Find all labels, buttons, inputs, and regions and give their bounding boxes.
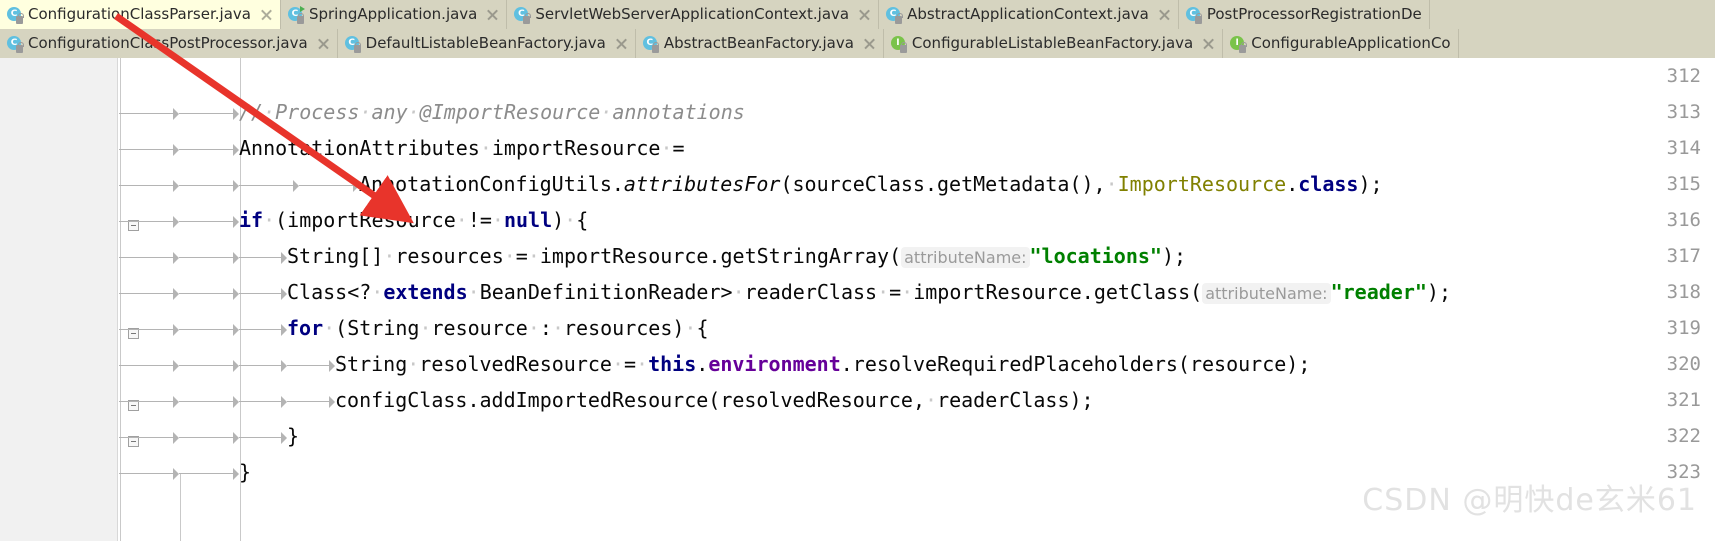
close-icon[interactable] (863, 37, 876, 50)
parameter-name-hint: attributeName: (901, 247, 1030, 268)
tab-indent-marker (287, 359, 335, 372)
tab-indent-marker (179, 287, 239, 300)
editor-tab-label: ConfigurableApplicationCo (1251, 34, 1451, 52)
ide-editor-window: C ConfigurationClassParser.java C Spring… (0, 0, 1715, 541)
code-line-323: } (119, 454, 251, 490)
tab-indent-marker (287, 395, 335, 408)
tab-indent-marker (179, 107, 239, 120)
tab-indent-marker (119, 251, 179, 264)
tab-indent-marker (179, 323, 239, 336)
tab-indent-marker (179, 143, 239, 156)
tab-indent-marker (119, 395, 179, 408)
code-line-317: String[]·resources·=·importResource.getS… (119, 238, 1186, 274)
editor-tab-abstractapplicationcontext[interactable]: C AbstractApplicationContext.java (879, 0, 1179, 29)
editor-tab-label: AbstractApplicationContext.java (907, 5, 1149, 23)
editor-tab-label: ServletWebServerApplicationContext.java (535, 5, 850, 23)
tab-indent-marker (179, 431, 239, 444)
tab-indent-marker (239, 323, 287, 336)
indent-guide (120, 474, 121, 541)
string-literal: "locations" (1029, 244, 1162, 268)
code-line-313: //·Process·any·@ImportResource·annotatio… (119, 94, 745, 130)
code-line-314: AnnotationAttributes·importResource·= (119, 130, 685, 166)
close-icon[interactable] (260, 8, 273, 21)
java-class-icon: C (642, 35, 660, 53)
editor-tab-defaultlistablebeanfactory[interactable]: C DefaultListableBeanFactory.java (337, 29, 636, 58)
editor-tab-configurablelistablebeanfactory[interactable]: I ConfigurableListableBeanFactory.java (883, 29, 1224, 58)
code-comment: //·Process·any·@ImportResource·annotatio… (239, 100, 745, 124)
field-reference: environment (708, 352, 841, 376)
editor-tab-configurationclassparser[interactable]: C ConfigurationClassParser.java (0, 0, 281, 29)
editor-tab-abstractbeanfactory[interactable]: C AbstractBeanFactory.java (635, 29, 884, 58)
java-class-icon: C (1185, 6, 1203, 24)
tab-indent-marker (179, 215, 239, 228)
java-class-icon: C (886, 6, 903, 24)
tab-indent-marker (239, 287, 287, 300)
close-icon[interactable] (615, 37, 628, 50)
java-class-icon: C (514, 6, 531, 24)
editor-tab-configurationclasspostprocessor[interactable]: C ConfigurationClassPostProcessor.java (0, 29, 338, 58)
java-class-icon: C (7, 35, 24, 53)
tab-indent-marker (239, 359, 287, 372)
code-text-area[interactable]: //·Process·any·@ImportResource·annotatio… (119, 58, 1715, 541)
java-class-runnable-icon: C (287, 5, 305, 24)
parameter-name-hint: attributeName: (1202, 283, 1331, 304)
editor-tab-label: DefaultListableBeanFactory.java (365, 34, 606, 52)
close-icon[interactable] (486, 8, 499, 21)
indent-guide (180, 474, 181, 541)
editor-tab-label: PostProcessorRegistrationDe (1206, 5, 1422, 23)
tab-indent-marker (119, 287, 179, 300)
tab-indent-marker (179, 359, 239, 372)
editor-tab-servletwebserverapplicationcontext[interactable]: C ServletWebServerApplicationContext.jav… (507, 0, 880, 29)
editor-tab-label: SpringApplication.java (308, 5, 478, 23)
tab-indent-marker (119, 179, 179, 192)
tab-indent-marker (179, 467, 239, 480)
code-line-321: configClass.addImportedResource(resolved… (119, 382, 1094, 418)
tab-indent-marker (179, 179, 239, 192)
close-icon[interactable] (317, 37, 330, 50)
tab-indent-marker (179, 251, 239, 264)
tab-indent-marker (119, 143, 179, 156)
editor-tab-postprocessorregistrationdelegate[interactable]: C PostProcessorRegistrationDe (1178, 0, 1430, 29)
tab-indent-marker (119, 359, 179, 372)
tab-indent-marker (239, 179, 299, 192)
tab-indent-marker (119, 467, 179, 480)
csdn-watermark: CSDN @明快de玄米61 (1362, 483, 1697, 518)
code-line-316: if·(importResource·!=·null)·{ (119, 202, 588, 238)
line-number-gutter (0, 58, 118, 541)
java-interface-icon: I (1230, 35, 1247, 53)
tab-indent-marker (239, 395, 287, 408)
close-icon[interactable] (858, 8, 871, 21)
string-literal: "reader" (1330, 280, 1427, 304)
code-line-319: for·(String·resource·:·resources)·{ (119, 310, 709, 346)
editor-tab-label: ConfigurationClassPostProcessor.java (28, 34, 308, 52)
code-editor[interactable]: 312 313 314 315 316 317 318 319 320 321 … (0, 58, 1715, 541)
tab-indent-marker (239, 251, 287, 264)
close-icon[interactable] (1202, 37, 1215, 50)
tab-indent-marker (119, 107, 179, 120)
editor-tab-configurableapplicationcontext[interactable]: I ConfigurableApplicationCo (1223, 29, 1459, 58)
java-interface-icon: I (890, 35, 908, 53)
editor-tab-label: ConfigurableListableBeanFactory.java (911, 34, 1194, 52)
tab-indent-marker (239, 431, 287, 444)
code-line-315: AnnotationConfigUtils.attributesFor(sour… (119, 166, 1383, 202)
editor-tab-row-1: C ConfigurationClassParser.java C Spring… (0, 0, 1715, 29)
editor-tab-label: ConfigurationClassParser.java (28, 5, 251, 23)
tab-indent-marker (119, 431, 179, 444)
code-line-320: String·resolvedResource·=·this.environme… (119, 346, 1310, 382)
java-class-icon: C (7, 6, 24, 24)
editor-tab-row-2: C ConfigurationClassPostProcessor.java C… (0, 29, 1715, 58)
tab-indent-marker (179, 395, 239, 408)
tab-indent-marker (119, 323, 179, 336)
code-line-318: Class<?·extends·BeanDefinitionReader>·re… (119, 274, 1451, 310)
java-class-icon: C (344, 35, 362, 53)
code-line-322: } (119, 418, 299, 454)
tab-indent-marker (299, 179, 359, 192)
editor-tab-springapplication[interactable]: C SpringApplication.java (280, 0, 508, 29)
tab-indent-marker (119, 215, 179, 228)
editor-tab-label: AbstractBeanFactory.java (663, 34, 854, 52)
close-icon[interactable] (1158, 8, 1171, 21)
